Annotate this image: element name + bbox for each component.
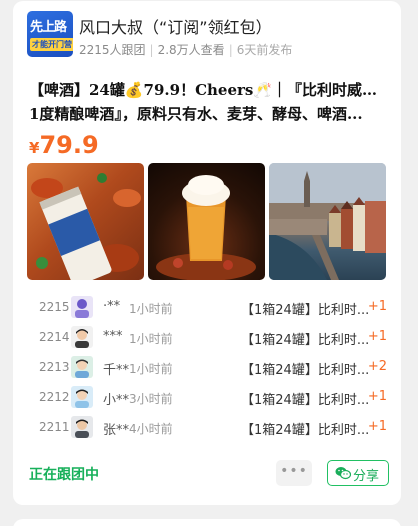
order-index: 2212 xyxy=(39,390,70,404)
order-item: 【1箱24罐】比利时... xyxy=(241,303,370,318)
user-name: 小** xyxy=(103,393,130,408)
order-time: 1小时前 xyxy=(129,302,173,316)
european-town-photo[interactable] xyxy=(269,163,386,280)
user-avatar xyxy=(71,416,93,438)
order-time: 1小时前 xyxy=(129,362,173,376)
order-quantity: +1 xyxy=(367,329,387,344)
order-time: 1小时前 xyxy=(129,332,173,346)
post-stats: 2215人跟团 | 2.8万人查看 | 6天前发布 xyxy=(79,41,292,58)
order-quantity: +2 xyxy=(367,359,387,374)
order-quantity: +1 xyxy=(367,389,387,404)
views-count: 2.8万人查看 xyxy=(157,43,225,57)
author-avatar[interactable]: 先上路 才能开门营 xyxy=(27,11,73,57)
stats-divider: | xyxy=(228,43,233,57)
photo-gallery xyxy=(27,163,387,280)
order-index: 2215 xyxy=(39,300,70,314)
published-time: 6天前发布 xyxy=(236,43,293,57)
order-quantity: +1 xyxy=(367,419,387,434)
order-row[interactable]: 2215 ·** 1小时前 【1箱24罐】比利时... +1 xyxy=(27,293,389,323)
description-line-1: 【啤酒】24罐💰79.9！Cheers🥂｜『比利时威瑟斯•1 xyxy=(29,81,391,99)
user-name: 千** xyxy=(103,363,130,378)
user-avatar xyxy=(71,326,93,348)
stats-divider: | xyxy=(149,43,154,57)
avatar-text-top: 先上路 xyxy=(30,20,67,35)
order-time: 4小时前 xyxy=(129,422,173,436)
wechat-icon xyxy=(335,467,351,480)
group-status: 正在跟团中 xyxy=(29,467,99,483)
more-button[interactable]: ••• xyxy=(276,460,312,486)
order-quantity: +1 xyxy=(367,299,387,314)
order-item: 【1箱24罐】比利时... xyxy=(241,363,370,378)
price: ¥79.9 xyxy=(29,131,99,159)
author-name[interactable]: 风口大叔（“订阅”领红包） xyxy=(79,14,272,38)
order-item: 【1箱24罐】比利时... xyxy=(241,393,370,408)
post-description[interactable]: 【啤酒】24罐💰79.9！Cheers🥂｜『比利时威瑟斯•1 1度精酿啤酒』，原… xyxy=(29,78,391,126)
share-label: 分享 xyxy=(353,469,380,484)
next-card-peek xyxy=(13,519,401,526)
beer-can-crayfish-photo[interactable] xyxy=(27,163,144,280)
price-value: 79.9 xyxy=(39,131,99,159)
order-index: 2214 xyxy=(39,330,70,344)
user-name: ·** xyxy=(103,299,121,314)
user-name: *** xyxy=(103,329,123,344)
price-currency: ¥ xyxy=(29,139,40,157)
order-index: 2211 xyxy=(39,420,70,434)
order-time: 3小时前 xyxy=(129,392,173,406)
order-row[interactable]: 2213 千** 1小时前 【1箱24罐】比利时... +2 xyxy=(27,353,389,383)
group-buy-card[interactable]: 先上路 才能开门营 风口大叔（“订阅”领红包） 2215人跟团 | 2.8万人查看 |… xyxy=(13,1,401,505)
user-avatar xyxy=(71,296,93,318)
order-row[interactable]: 2214 *** 1小时前 【1箱24罐】比利时... +1 xyxy=(27,323,389,353)
order-item: 【1箱24罐】比利时... xyxy=(241,423,370,438)
order-item: 【1箱24罐】比利时... xyxy=(241,333,370,348)
order-list: 2215 ·** 1小时前 【1箱24罐】比利时... +1 2214 *** … xyxy=(27,293,389,443)
user-avatar xyxy=(71,386,93,408)
post-header: 先上路 才能开门营 风口大叔（“订阅”领红包） 2215人跟团 | 2.8万人查看 |… xyxy=(27,11,387,57)
user-avatar xyxy=(71,356,93,378)
avatar-text-bottom: 才能开门营 xyxy=(30,38,73,51)
share-button[interactable]: 分享 xyxy=(327,460,389,486)
order-index: 2213 xyxy=(39,360,70,374)
user-name: 张** xyxy=(103,423,130,438)
order-row[interactable]: 2211 张** 4小时前 【1箱24罐】比利时... +1 xyxy=(27,413,389,443)
order-row[interactable]: 2212 小** 3小时前 【1箱24罐】比利时... +1 xyxy=(27,383,389,413)
followers-count: 2215人跟团 xyxy=(79,43,146,57)
beer-glass-photo[interactable] xyxy=(148,163,265,280)
description-line-2: 1度精酿啤酒』，原料只有水、麦芽、酵母、啤酒... xyxy=(29,105,363,123)
